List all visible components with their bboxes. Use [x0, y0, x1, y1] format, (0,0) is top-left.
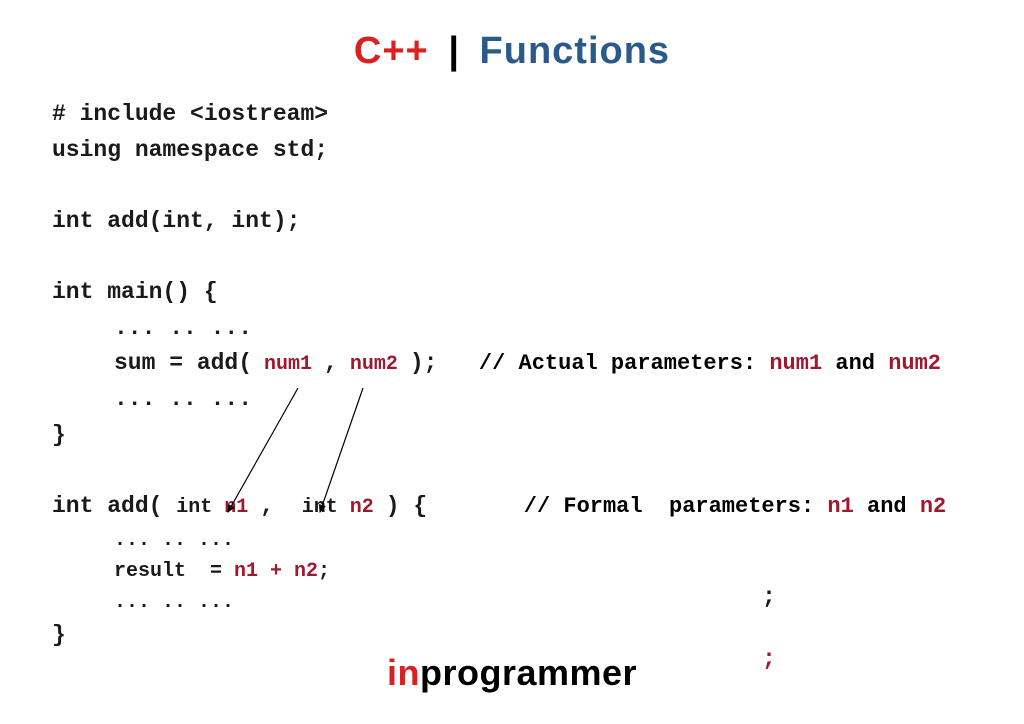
- code-call: sum = add( num1 , num2 ); // Actual para…: [52, 346, 1024, 382]
- code-dots: ... .. ...: [52, 525, 1024, 556]
- title-separator: |: [448, 30, 460, 72]
- footer-brand: inprogrammer: [0, 652, 1024, 694]
- formal-param-n1: n1: [224, 496, 260, 519]
- actual-param-num1: num1: [252, 353, 324, 376]
- code-dots: ... .. ...: [52, 587, 1024, 618]
- code-empty: [52, 453, 1024, 489]
- code-dots: ... .. ...: [52, 311, 1024, 347]
- code-close-brace: }: [52, 418, 1024, 454]
- page-title: C++ | Functions: [0, 0, 1024, 93]
- code-main: int main() {: [52, 275, 1024, 311]
- formal-param-n2: n2: [350, 496, 386, 519]
- code-empty: [52, 240, 1024, 276]
- title-functions: Functions: [480, 30, 671, 72]
- code-prototype: int add(int, int);: [52, 204, 1024, 240]
- comment-actual: // Actual parameters: num1 and num2: [479, 351, 941, 376]
- code-close-brace: }: [52, 618, 1024, 654]
- actual-param-num2: num2: [338, 353, 410, 376]
- stray-semicolon: ;: [762, 580, 776, 616]
- title-cpp: C++: [354, 30, 429, 72]
- comment-formal: // Formal parameters: n1 and n2: [524, 494, 946, 519]
- code-fn-def: int add( int n1 , int n2 ) { // Formal p…: [52, 489, 1024, 525]
- code-empty: [52, 168, 1024, 204]
- code-using: using namespace std;: [52, 133, 1024, 169]
- code-block: # include <iostream> using namespace std…: [0, 93, 1024, 653]
- code-dots: ... .. ...: [52, 382, 1024, 418]
- code-include: # include <iostream>: [52, 97, 1024, 133]
- code-result: result = n1 + n2;: [52, 556, 1024, 587]
- footer-in: in: [387, 652, 420, 693]
- footer-programmer: programmer: [420, 652, 637, 693]
